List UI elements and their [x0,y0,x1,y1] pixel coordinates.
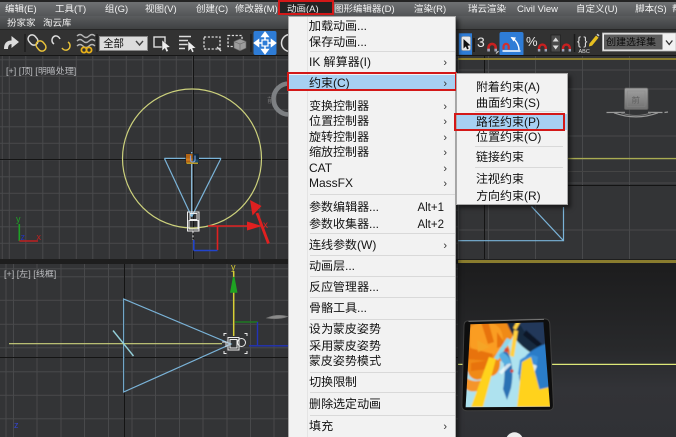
svg-text:y: y [231,260,236,273]
svg-text:创建选择集: 创建选择集 [606,34,657,49]
svg-text:[+] [左] [线框]: [+] [左] [线框] [4,267,56,280]
svg-text:[+] [顶] [明暗处理]: [+] [顶] [明暗处理] [6,64,76,77]
svg-text:%: % [526,31,538,50]
svg-text:前: 前 [632,94,641,106]
svg-text:y: y [16,212,21,225]
svg-text:z: z [21,230,26,243]
svg-text:z: z [14,418,19,431]
svg-text:3: 3 [477,32,485,52]
svg-text:前: 前 [267,95,275,106]
svg-text:x: x [37,230,42,243]
svg-text:ABC: ABC [579,47,590,55]
svg-text:全部: 全部 [103,36,124,51]
